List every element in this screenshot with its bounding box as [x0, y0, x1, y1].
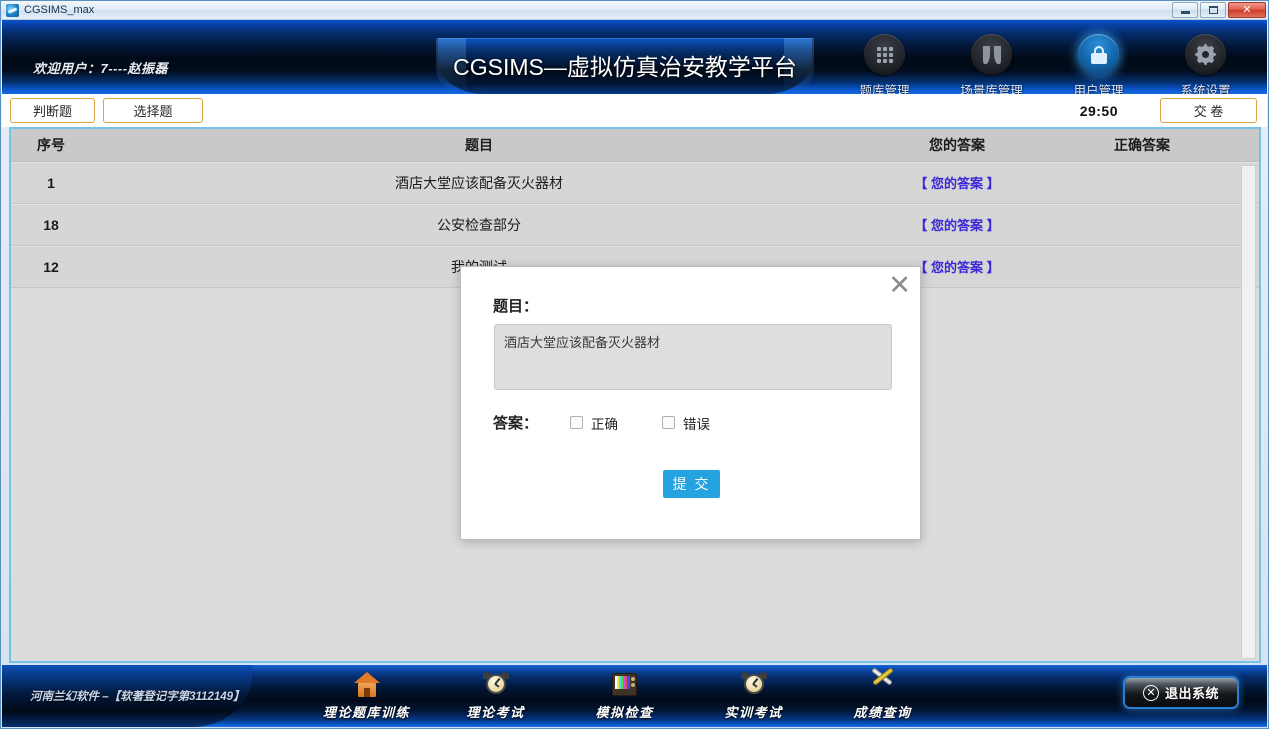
answer-option-true[interactable]: 正确 — [570, 413, 618, 433]
welcome-user-text: 欢迎用户：7----赵振磊 — [33, 58, 168, 77]
row-your-answer[interactable]: 【 您的答案 】 — [867, 173, 1047, 192]
vertical-scrollbar[interactable] — [1241, 165, 1256, 659]
nav-label-scene-bank: 场景库管理 — [938, 80, 1045, 94]
house-icon — [302, 669, 431, 699]
row-index: 18 — [11, 217, 91, 233]
dialog-question-label: 题目： — [493, 295, 538, 316]
scene-icon — [971, 34, 1012, 75]
question-text-box: 酒店大堂应该配备灭火器材 — [494, 324, 892, 390]
tools-icon — [818, 669, 947, 699]
tv-icon — [560, 669, 689, 699]
answer-option-false[interactable]: 错误 — [662, 413, 710, 433]
row-question: 公安检查部分 — [91, 215, 867, 235]
gear-icon — [1185, 34, 1226, 75]
question-detail-dialog: ✕ 题目： 酒店大堂应该配备灭火器材 答案： 正确 错误 提 交 — [460, 266, 921, 540]
column-header-question: 题目 — [91, 135, 867, 155]
nav-item-system-settings[interactable]: 系统设置 — [1152, 34, 1259, 94]
header-nav: 题库管理 场景库管理 用户管理 系统设置 — [831, 34, 1259, 94]
row-index: 12 — [11, 259, 91, 275]
footer-item-score-query[interactable]: 成绩查询 — [818, 669, 947, 721]
tab-true-false[interactable]: 判断题 — [10, 98, 95, 123]
row-question: 酒店大堂应该配备灭火器材 — [91, 173, 867, 193]
answer-option-false-label: 错误 — [683, 413, 710, 433]
tab-multiple-choice[interactable]: 选择题 — [103, 98, 203, 123]
row-index: 1 — [11, 175, 91, 191]
footer-label-practical-exam: 实训考试 — [689, 702, 818, 721]
table-row[interactable]: 1 酒店大堂应该配备灭火器材 【 您的答案 】 — [11, 162, 1259, 204]
countdown-timer: 29:50 — [1080, 103, 1118, 119]
window-titlebar: CGSIMS_max ✕ — [1, 1, 1268, 20]
close-button[interactable]: ✕ — [1228, 2, 1266, 18]
answer-option-true-label: 正确 — [591, 413, 618, 433]
close-circle-icon: ✕ — [1143, 685, 1159, 701]
checkbox-true[interactable] — [570, 416, 583, 429]
nav-label-system-settings: 系统设置 — [1152, 80, 1259, 94]
close-icon[interactable]: ✕ — [888, 272, 911, 299]
clock-icon — [689, 669, 818, 699]
window-title: CGSIMS_max — [24, 4, 94, 16]
nav-item-user-management[interactable]: 用户管理 — [1045, 34, 1152, 94]
nav-item-scene-bank[interactable]: 场景库管理 — [938, 34, 1045, 94]
grid-icon — [864, 34, 905, 75]
footer-label-simulated-inspection: 模拟检查 — [560, 702, 689, 721]
page-title: CGSIMS—虚拟仿真治安教学平台 — [438, 48, 812, 82]
dialog-submit-button[interactable]: 提 交 — [663, 470, 720, 498]
footer-label-theory-practice: 理论题库训练 — [302, 702, 431, 721]
lock-icon — [1078, 34, 1119, 75]
footer-nav: 理论题库训练 理论考试 模拟检查 实训考试 — [302, 669, 947, 721]
footer-item-theory-practice[interactable]: 理论题库训练 — [302, 669, 431, 721]
table-header-row: 序号 题目 您的答案 正确答案 — [11, 129, 1259, 162]
nav-item-question-bank[interactable]: 题库管理 — [831, 34, 938, 94]
footer-item-simulated-inspection[interactable]: 模拟检查 — [560, 669, 689, 721]
app-header: 欢迎用户：7----赵振磊 CGSIMS—虚拟仿真治安教学平台 题库管理 场景库… — [2, 20, 1267, 94]
submit-exam-button[interactable]: 交 卷 — [1160, 98, 1257, 123]
app-logo-icon — [6, 4, 19, 17]
minimize-icon — [1181, 11, 1190, 14]
exam-toolbar: 判断题 选择题 29:50 交 卷 — [2, 94, 1267, 127]
copyright-text: 河南兰幻软件 –【软著登记字第3112149】 — [30, 688, 245, 704]
checkbox-false[interactable] — [662, 416, 675, 429]
footer-label-theory-exam: 理论考试 — [431, 702, 560, 721]
nav-label-question-bank: 题库管理 — [831, 80, 938, 94]
nav-label-user-management: 用户管理 — [1045, 80, 1152, 94]
dialog-answer-label: 答案： — [493, 412, 538, 433]
footer-item-practical-exam[interactable]: 实训考试 — [689, 669, 818, 721]
exit-system-button[interactable]: ✕ 退出系统 — [1125, 678, 1237, 707]
application-window: CGSIMS_max ✕ 欢迎用户：7----赵振磊 CGSIMS—虚拟仿真治安… — [0, 0, 1269, 729]
maximize-icon — [1209, 6, 1218, 14]
dialog-answer-row: 答案： 正确 错误 — [493, 412, 754, 433]
close-icon: ✕ — [1242, 5, 1251, 16]
exit-system-label: 退出系统 — [1165, 683, 1219, 702]
maximize-button[interactable] — [1200, 2, 1226, 18]
column-header-correct-answer: 正确答案 — [1047, 135, 1237, 155]
table-row[interactable]: 18 公安检查部分 【 您的答案 】 — [11, 204, 1259, 246]
footer-item-theory-exam[interactable]: 理论考试 — [431, 669, 560, 721]
clock-icon — [431, 669, 560, 699]
minimize-button[interactable] — [1172, 2, 1198, 18]
column-header-your-answer: 您的答案 — [867, 135, 1047, 155]
window-controls: ✕ — [1172, 2, 1266, 18]
column-header-index: 序号 — [11, 135, 91, 155]
row-your-answer[interactable]: 【 您的答案 】 — [867, 215, 1047, 234]
footer-label-score-query: 成绩查询 — [818, 702, 947, 721]
app-footer: 河南兰幻软件 –【软著登记字第3112149】 理论题库训练 理论考试 模拟检查 — [2, 665, 1267, 727]
